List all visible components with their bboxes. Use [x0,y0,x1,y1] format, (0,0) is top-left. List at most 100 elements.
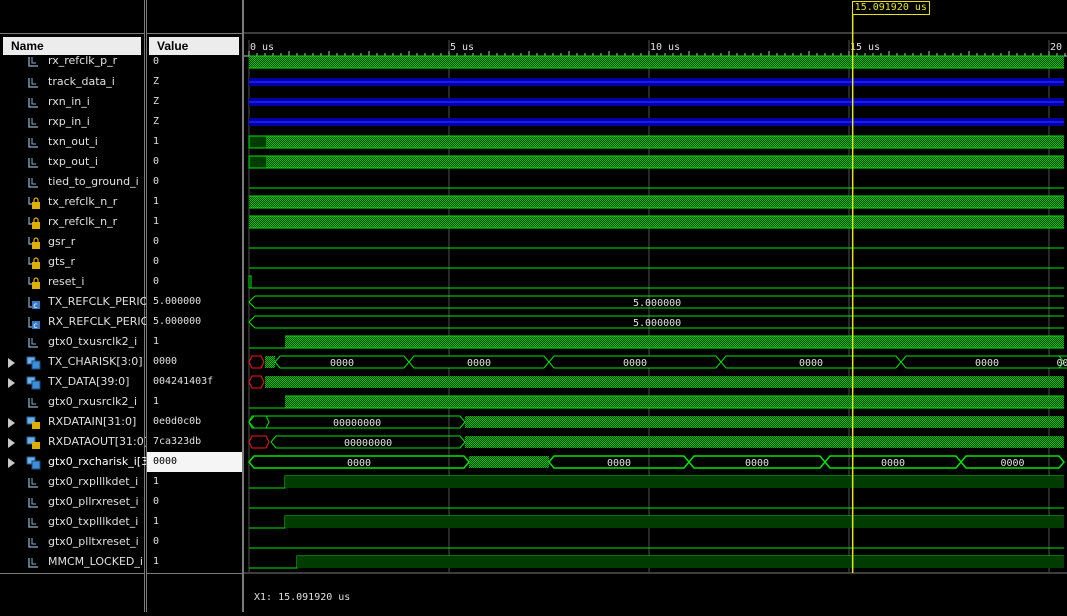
signal-name: gtx0_plltxreset_i [48,535,139,548]
value-row[interactable]: 0 [147,52,242,72]
scalar-wire-icon [26,95,42,109]
signal-row[interactable]: gsr_r [0,232,144,252]
value-row[interactable]: 0e0d0c0b [147,412,242,432]
signal-row[interactable]: rx_refclk_p_r [0,51,144,71]
signal-name: tied_to_ground_i [48,175,139,188]
signal-value: 0 [153,276,159,287]
expand-arrow-icon[interactable] [8,458,15,468]
signal-row[interactable]: txn_out_i [0,132,144,152]
value-row[interactable]: 0 [147,272,242,292]
waveform-trace [249,476,1064,488]
expand-arrow-icon[interactable] [8,418,15,428]
waveform-canvas[interactable]: 0 us5 us10 us15 us20 us25 us30 us35 us40… [244,0,1067,612]
signal-row[interactable]: rxn_in_i [0,92,144,112]
scalar-wire-icon [26,75,42,89]
waveform-trace [249,396,1064,408]
value-row[interactable]: 0 [147,492,242,512]
bus-reg-icon [26,415,42,429]
bus-value-label: 0000 [347,458,371,469]
signal-value: 1 [153,396,159,407]
value-row[interactable]: 1 [147,512,242,532]
signal-value: 0 [153,156,159,167]
bus-value-label: 0000 [623,358,647,369]
value-row[interactable]: 0 [147,232,242,252]
signal-row[interactable]: gtx0_rxcharisk_i[3 [0,452,144,472]
signal-value: 1 [153,516,159,527]
signal-row[interactable]: tx_refclk_n_r [0,192,144,212]
value-row[interactable]: Z [147,112,242,132]
signal-value: 0 [153,56,159,67]
constant-icon: c [26,295,42,309]
value-row[interactable]: 0000 [147,452,242,472]
value-row[interactable]: 1 [147,332,242,352]
signal-row[interactable]: txp_out_i [0,152,144,172]
expand-arrow-icon[interactable] [8,438,15,448]
signal-row[interactable]: cTX_REFCLK_PERIO [0,292,144,312]
value-row[interactable]: 5.000000 [147,312,242,332]
value-row[interactable]: 0 [147,532,242,552]
bus-selected-icon [26,455,42,469]
time-tick-label: 0 us [250,42,274,53]
value-row[interactable]: 0 [147,172,242,192]
signal-name: txn_out_i [48,135,98,148]
signal-row[interactable]: rx_refclk_n_r [0,212,144,232]
waveform-trace: 5.000000 [249,316,1064,329]
value-row[interactable]: 1 [147,212,242,232]
signal-row[interactable]: gtx0_plltxreset_i [0,532,144,552]
signal-row[interactable]: track_data_i [0,72,144,92]
bus-reg-icon [26,435,42,449]
value-row[interactable]: 0 [147,152,242,172]
signal-row[interactable]: gtx0_txusrclk2_i [0,332,144,352]
value-row[interactable]: 1 [147,132,242,152]
waveform-trace [249,136,1064,148]
signal-value: 0 [153,256,159,267]
signal-row[interactable]: cRX_REFCLK_PERIO [0,312,144,332]
signal-row[interactable]: tied_to_ground_i [0,172,144,192]
value-row[interactable]: 1 [147,392,242,412]
value-row[interactable]: 1 [147,192,242,212]
waveform-trace: 5.000000 [249,296,1064,309]
signal-row[interactable]: reset_i [0,272,144,292]
expand-arrow-icon[interactable] [8,358,15,368]
expand-arrow-icon[interactable] [8,378,15,388]
signal-row[interactable]: gts_r [0,252,144,272]
value-row[interactable]: 0 [147,252,242,272]
cursor-time-label[interactable]: 15.091920 us [852,1,930,15]
time-tick-label: 5 us [450,42,474,53]
bus-error-marker [249,356,264,368]
signal-value: 0e0d0c0b [153,416,201,427]
scalar-wire-icon [26,395,42,409]
scalar-wire-icon [26,175,42,189]
divider [0,33,144,34]
value-row[interactable]: 7ca323db [147,432,242,452]
signal-row[interactable]: TX_DATA[39:0] [0,372,144,392]
signal-row[interactable]: RXDATAOUT[31:0] [0,432,144,452]
signal-row[interactable]: MMCM_LOCKED_i [0,552,144,572]
signal-row[interactable]: gtx0_rxusrclk2_i [0,392,144,412]
waveform-panel[interactable]: 0 us5 us10 us15 us20 us25 us30 us35 us40… [243,0,1067,612]
value-row[interactable]: 1 [147,472,242,492]
value-row[interactable]: 004241403f [147,372,242,392]
signal-row[interactable]: gtx0_pllrxreset_i [0,492,144,512]
bus-dense-band [465,416,1064,428]
signal-row[interactable]: gtx0_rxplllkdet_i [0,472,144,492]
signal-name: gsr_r [48,235,75,248]
value-row[interactable]: Z [147,92,242,112]
bus-value-segment: 0000 [1057,356,1067,369]
value-row[interactable]: 5.000000 [147,292,242,312]
bus-icon [26,355,42,369]
value-row[interactable]: Z [147,72,242,92]
signal-value: 1 [153,136,159,147]
signal-row[interactable]: RXDATAIN[31:0] [0,412,144,432]
signal-value: 5.000000 [153,296,201,307]
signal-row[interactable]: TX_CHARISK[3:0] [0,352,144,372]
wave-segment [249,136,267,148]
signal-value: 1 [153,556,159,567]
waveform-trace: 000000000000000000000000 [249,356,1067,369]
signal-name: tx_refclk_n_r [48,195,117,208]
value-row[interactable]: 1 [147,552,242,572]
signal-row[interactable]: gtx0_txplllkdet_i [0,512,144,532]
signal-name: gtx0_txplllkdet_i [48,515,138,528]
value-row[interactable]: 0000 [147,352,242,372]
signal-row[interactable]: rxp_in_i [0,112,144,132]
